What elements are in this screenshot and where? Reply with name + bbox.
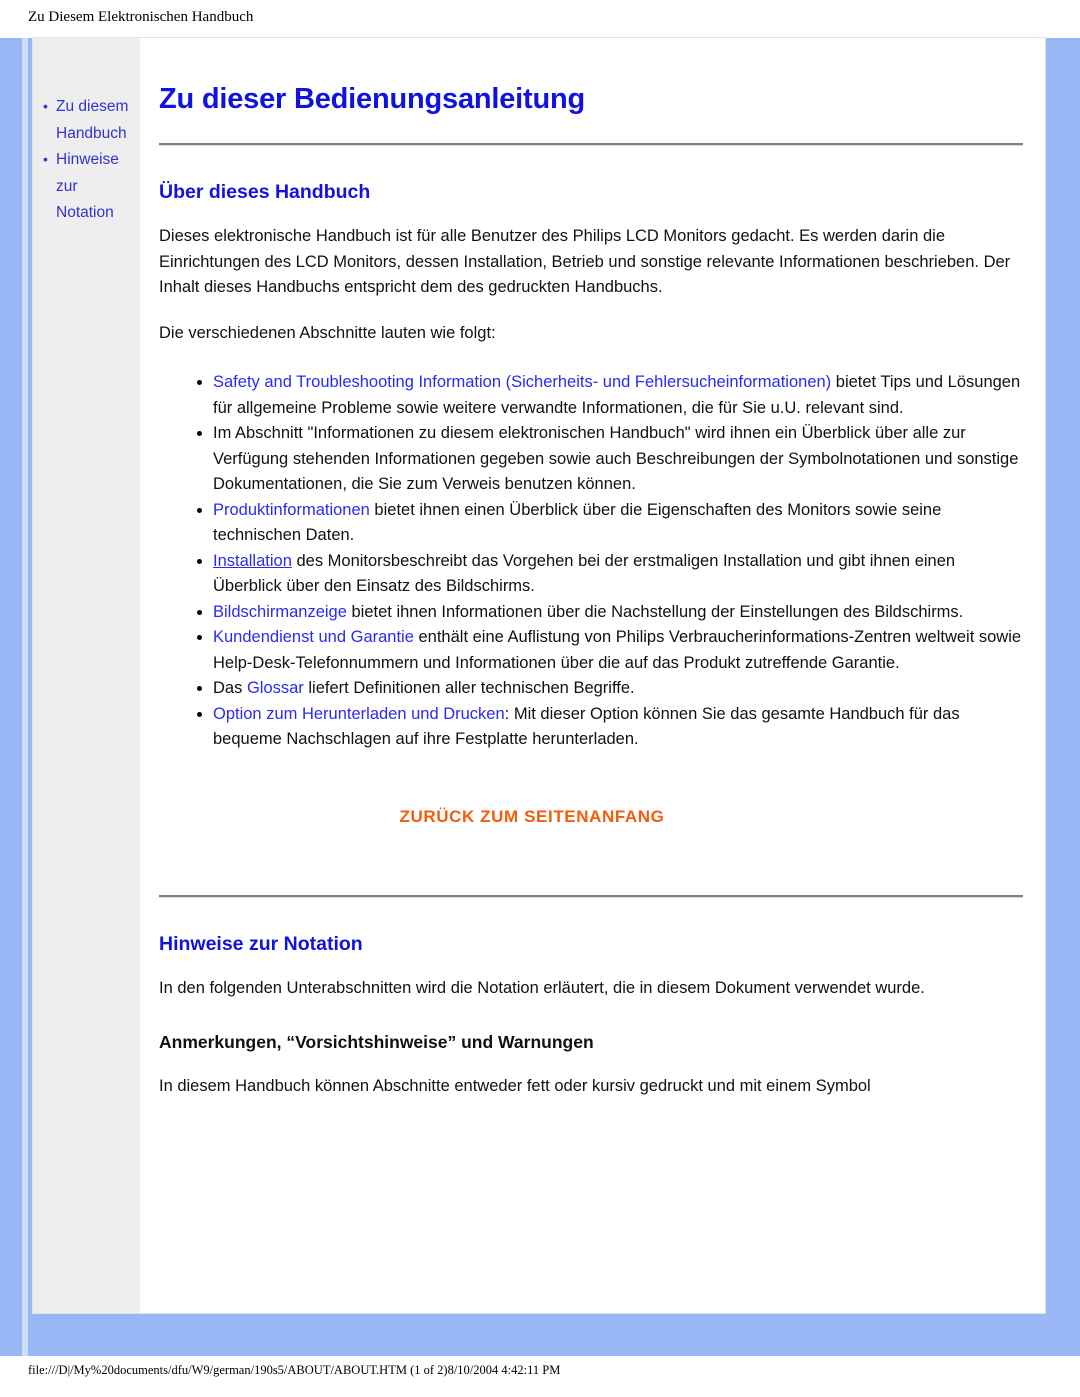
- notation-paragraph-2: In diesem Handbuch können Abschnitte ent…: [159, 1077, 871, 1095]
- list-item: Im Abschnitt "Informationen zu diesem el…: [197, 421, 1025, 498]
- sidebar-nav: Zu diesem Handbuch Hinweise zur Notation: [33, 38, 140, 1313]
- link-installation[interactable]: Installation: [213, 552, 292, 570]
- bullet-text: liefert Definitionen aller technischen B…: [303, 679, 635, 697]
- list-item: Safety and Troubleshooting Information (…: [197, 370, 1025, 421]
- sidebar-item-zu-diesem-handbuch[interactable]: Zu diesem Handbuch: [43, 93, 136, 147]
- list-item: Option zum Herunterladen und Drucken: Mi…: [197, 702, 1025, 753]
- bullet-text: Im Abschnitt "Informationen zu diesem el…: [213, 424, 1019, 493]
- list-item: Bildschirmanzeige bietet ihnen Informati…: [197, 600, 1025, 626]
- link-produktinformationen[interactable]: Produktinformationen: [213, 501, 370, 519]
- link-bildschirmanzeige[interactable]: Bildschirmanzeige: [213, 603, 347, 621]
- sidebar-list: Zu diesem Handbuch Hinweise zur Notation: [33, 93, 140, 227]
- page-title: Zu dieser Bedienungsanleitung: [159, 83, 586, 115]
- main-content: Zu dieser Bedienungsanleitung Über diese…: [140, 38, 1045, 1313]
- about-intro-paragraph: Dieses elektronische Handbuch ist für al…: [159, 227, 1011, 296]
- gutter-stripe: [22, 38, 28, 1356]
- divider-lower-container: [159, 894, 1025, 898]
- sidebar-item-hinweise-zur-notation[interactable]: Hinweise zur Notation: [43, 146, 136, 227]
- bullet-text: bietet ihnen Informationen über die Nach…: [346, 602, 964, 621]
- list-item: Das Glossar liefert Definitionen aller t…: [197, 676, 1025, 702]
- divider-bottom: [159, 894, 1023, 898]
- print-footer-path: file:///D|/My%20documents/dfu/W9/german/…: [0, 1363, 1080, 1397]
- print-header-title: Zu Diesem Elektronischen Handbuch: [0, 0, 1080, 38]
- notation-sub-heading: Anmerkungen, “Vorsichtshinweise” und War…: [159, 1032, 594, 1052]
- back-to-top-link[interactable]: ZURÜCK ZUM SEITENANFANG: [399, 807, 664, 826]
- list-item: Kundendienst und Garantie enthält eine A…: [197, 625, 1025, 676]
- section-heading-notation: Hinweise zur Notation: [159, 932, 363, 955]
- section-heading-about: Über dieses Handbuch: [159, 181, 371, 203]
- bullet-text: des Monitorsbeschreibt das Vorgehen bei …: [213, 551, 956, 596]
- list-item: Installation des Monitorsbeschreibt das …: [197, 549, 1025, 600]
- link-safety-troubleshooting[interactable]: Safety and Troubleshooting Information (…: [213, 373, 831, 391]
- link-kundendienst-garantie[interactable]: Kundendienst und Garantie: [213, 628, 414, 646]
- about-bullet-list: Safety and Troubleshooting Information (…: [159, 370, 1025, 753]
- bullet-prefix: Das: [213, 679, 247, 697]
- divider-top: [159, 143, 1023, 146]
- list-item: Produktinformationen bietet ihnen einen …: [197, 498, 1025, 549]
- back-to-top-container: ZURÜCK ZUM SEITENANFANG: [159, 807, 1025, 827]
- link-glossar[interactable]: Glossar: [247, 679, 304, 697]
- document-frame: Zu diesem Handbuch Hinweise zur Notation…: [33, 38, 1045, 1313]
- notation-paragraph: In den folgenden Unterabschnitten wird d…: [159, 978, 925, 997]
- link-option-herunterladen-drucken[interactable]: Option zum Herunterladen und Drucken: [213, 705, 505, 723]
- about-lead-in: Die verschiedenen Abschnitte lauten wie …: [159, 323, 496, 342]
